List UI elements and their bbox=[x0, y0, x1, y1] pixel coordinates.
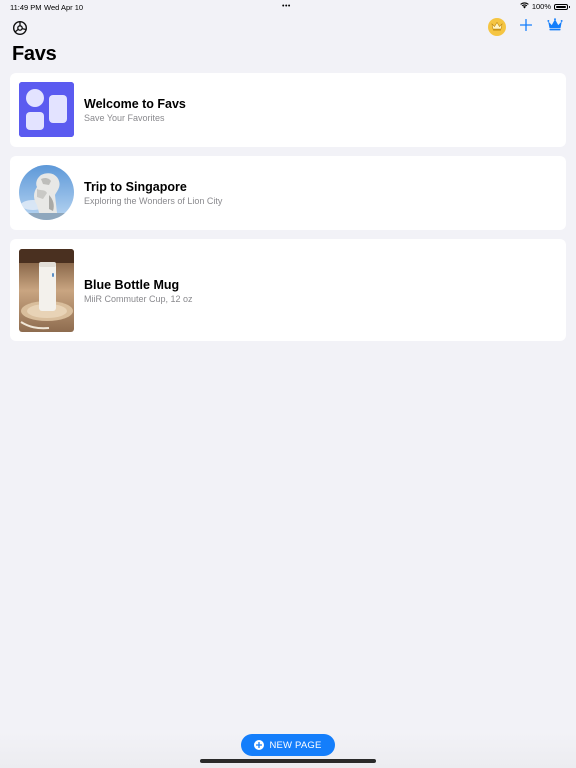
crown-badge-icon bbox=[491, 18, 503, 36]
list-item[interactable]: Trip to Singapore Exploring the Wonders … bbox=[10, 156, 566, 230]
favs-logo-icon bbox=[19, 82, 74, 137]
merlion-photo-thumbnail bbox=[19, 165, 74, 220]
wifi-icon bbox=[520, 2, 529, 11]
multitasking-dots[interactable]: ••• bbox=[282, 3, 291, 10]
card-subtitle: Save Your Favorites bbox=[84, 113, 165, 123]
status-right: 100% bbox=[520, 2, 570, 11]
status-bar: 11:49 PM Wed Apr 10 ••• 100% bbox=[0, 0, 576, 14]
nav-actions bbox=[488, 18, 564, 36]
home-indicator[interactable] bbox=[200, 759, 376, 763]
plus-icon bbox=[519, 18, 533, 36]
card-subtitle: MiiR Commuter Cup, 12 oz bbox=[84, 294, 193, 304]
battery-icon bbox=[554, 3, 570, 10]
premium-button[interactable] bbox=[546, 18, 564, 36]
page-title: Favs bbox=[12, 43, 57, 65]
battery-percent: 100% bbox=[531, 2, 551, 11]
settings-icon bbox=[12, 20, 28, 40]
card-title: Welcome to Favs bbox=[84, 97, 186, 111]
new-page-button[interactable]: NEW PAGE bbox=[241, 734, 335, 756]
plus-circle-icon bbox=[254, 740, 265, 750]
status-date: Wed Apr 10 bbox=[44, 3, 84, 12]
card-title: Blue Bottle Mug bbox=[84, 278, 180, 292]
merlion-photo-icon bbox=[19, 165, 74, 220]
add-button[interactable] bbox=[518, 18, 534, 36]
status-time: 11:49 PM bbox=[10, 3, 42, 12]
premium-badge-button[interactable] bbox=[488, 18, 506, 36]
mug-photo-icon bbox=[19, 249, 74, 332]
list-item[interactable]: Welcome to Favs Save Your Favorites bbox=[10, 73, 566, 147]
card-subtitle: Exploring the Wonders of Lion City bbox=[84, 196, 223, 206]
crown-icon bbox=[547, 18, 563, 36]
mug-photo-thumbnail bbox=[19, 249, 74, 332]
card-title: Trip to Singapore bbox=[84, 180, 187, 194]
settings-button[interactable] bbox=[12, 20, 28, 36]
list-item[interactable]: Blue Bottle Mug MiiR Commuter Cup, 12 oz bbox=[10, 239, 566, 341]
new-page-label: NEW PAGE bbox=[269, 739, 322, 751]
app-screen: 11:49 PM Wed Apr 10 ••• 100% Favs Welcom… bbox=[0, 0, 576, 768]
favs-logo-thumbnail bbox=[19, 82, 74, 137]
